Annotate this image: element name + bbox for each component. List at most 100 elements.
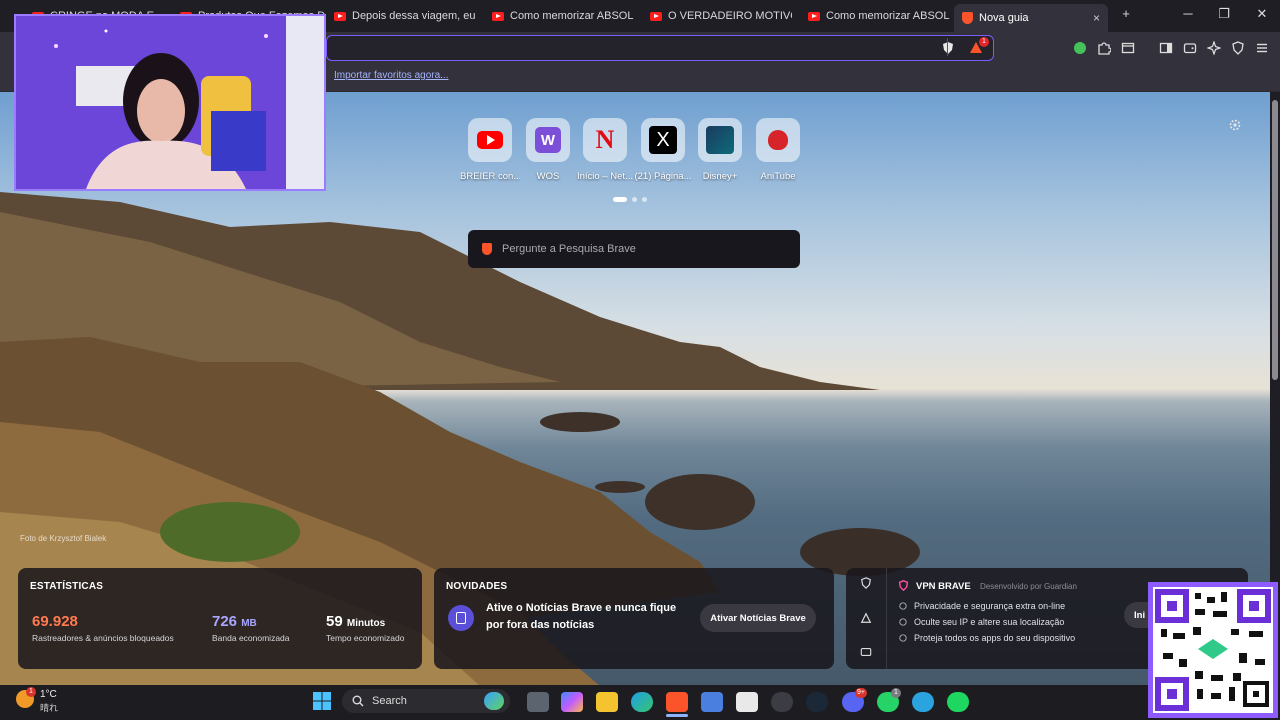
stats-widget: ESTATÍSTICAS 69.928 Rastreadores & anúnc… xyxy=(18,568,422,669)
check-icon xyxy=(899,634,907,642)
address-bar[interactable]: 1 xyxy=(326,35,994,61)
qr-code-image xyxy=(1155,589,1271,711)
disney-icon xyxy=(706,126,734,154)
minimize-button[interactable]: ─ xyxy=(1178,6,1198,21)
netflix-icon: N xyxy=(595,125,615,154)
brave-lion-icon xyxy=(482,243,492,255)
menu-icon[interactable] xyxy=(1255,41,1269,55)
import-bookmarks-link[interactable]: Importar favoritos agora... xyxy=(334,70,449,81)
news-widget: NOVIDADES Ative o Notícias Brave e nunca… xyxy=(434,568,834,669)
top-sites-pagination[interactable] xyxy=(613,197,647,202)
search-icon xyxy=(352,695,364,707)
brave-shields-icon[interactable] xyxy=(941,41,955,55)
steam-icon[interactable] xyxy=(806,692,828,712)
divider xyxy=(947,38,948,56)
vpn-title: VPN BRAVE xyxy=(916,581,971,592)
windows-start-icon[interactable] xyxy=(312,691,332,711)
telegram-icon[interactable] xyxy=(912,692,934,712)
divider xyxy=(886,568,887,669)
stats-title: ESTATÍSTICAS xyxy=(30,581,104,592)
vpn-feature-2: Oculte seu IP e altere sua localização xyxy=(914,617,1065,627)
discord-badge: 9+ xyxy=(855,688,867,698)
bandwidth-label: Banda economizada xyxy=(212,633,290,643)
shield-tab-icon[interactable] xyxy=(860,577,872,589)
streamer-webcam-image xyxy=(16,16,324,189)
youtube-icon xyxy=(650,11,662,21)
microsoft-store-icon[interactable] xyxy=(701,692,723,712)
capcut-icon[interactable] xyxy=(736,692,758,712)
new-tab-button[interactable]: + xyxy=(1116,6,1136,21)
weather-badge: 1 xyxy=(26,687,36,697)
time-value: 59 Minutos xyxy=(326,613,386,630)
brave-search-box[interactable]: Pergunte a Pesquisa Brave xyxy=(468,230,800,268)
brave-lion-icon xyxy=(962,12,973,24)
search-highlight-icon xyxy=(484,692,504,710)
vpn-feature-1: Privacidade e segurança extra on-line xyxy=(914,601,1066,611)
tab-active-new-tab[interactable]: Nova guia × xyxy=(954,4,1108,32)
whatsapp-badge: 1 xyxy=(891,688,901,698)
vpn-shield-icon[interactable] xyxy=(1231,41,1245,55)
anitube-icon xyxy=(768,130,788,150)
weather-temp[interactable]: 1°C xyxy=(40,689,57,700)
qr-code-overlay xyxy=(1148,582,1278,718)
trackers-value: 69.928 xyxy=(32,613,78,630)
check-icon xyxy=(899,618,907,626)
clock-app-icon[interactable] xyxy=(771,692,793,712)
wallet-tab-icon[interactable] xyxy=(860,646,872,658)
youtube-icon xyxy=(492,11,504,21)
news-title: NOVIDADES xyxy=(446,581,508,592)
file-explorer-icon[interactable] xyxy=(596,692,618,712)
weather-desc: 晴れ xyxy=(40,703,59,713)
scrollbar-thumb[interactable] xyxy=(1272,100,1278,380)
youtube-icon xyxy=(334,11,346,21)
top-site-x[interactable]: X (21) Página... xyxy=(633,118,693,182)
sidebar-icon[interactable] xyxy=(1159,41,1173,55)
vpn-logo-icon xyxy=(898,580,909,591)
top-site-anitube[interactable]: AniTube xyxy=(748,118,808,182)
wallet-icon[interactable] xyxy=(1183,41,1197,55)
youtube-icon xyxy=(477,131,503,149)
youtube-icon xyxy=(808,11,820,21)
news-icon xyxy=(448,605,474,631)
tab-5[interactable]: O VERDADEIRO MOTIVO DE... xyxy=(642,4,792,28)
extensions-puzzle-icon[interactable] xyxy=(1097,41,1111,55)
extension-status-icon[interactable] xyxy=(1074,42,1086,54)
taskbar-search[interactable]: Search xyxy=(342,689,510,713)
time-label: Tempo economizado xyxy=(326,633,405,643)
top-site-wos[interactable]: W WOS xyxy=(518,118,578,182)
webcam-overlay xyxy=(14,14,326,191)
trackers-label: Rastreadores & anúncios bloqueados xyxy=(32,633,174,643)
close-tab-icon[interactable]: × xyxy=(1093,11,1100,25)
settings-gear-icon[interactable] xyxy=(1228,118,1242,132)
check-icon xyxy=(899,602,907,610)
page-dot-active[interactable] xyxy=(613,197,627,202)
tab-search-icon[interactable] xyxy=(1121,41,1135,55)
enable-news-button[interactable]: Ativar Notícias Brave xyxy=(700,604,816,632)
page-dot[interactable] xyxy=(642,197,647,202)
top-site-netflix[interactable]: N Início – Net... xyxy=(575,118,635,182)
tab-3[interactable]: Depois dessa viagem, eu pre... xyxy=(326,4,478,28)
photo-credit[interactable]: Foto de Krzysztof Bialek xyxy=(20,534,106,543)
tab-4[interactable]: Como memorizar ABSOLUTA... xyxy=(484,4,634,28)
rewards-tab-icon[interactable] xyxy=(860,612,872,624)
brave-taskbar-icon[interactable] xyxy=(666,692,688,712)
maximize-button[interactable]: ❐ xyxy=(1214,6,1234,22)
top-site-disney[interactable]: Disney+ xyxy=(690,118,750,182)
x-icon: X xyxy=(649,126,677,154)
window-close-button[interactable]: ✕ xyxy=(1252,6,1272,22)
page-dot[interactable] xyxy=(632,197,637,202)
bandwidth-value: 726 MB xyxy=(212,613,257,630)
leo-ai-icon[interactable] xyxy=(1207,41,1221,55)
news-promo-text: Ative o Notícias Brave e nunca fique por… xyxy=(486,602,677,631)
vpn-feature-3: Proteja todos os apps do seu dispositivo xyxy=(914,633,1076,643)
edge-icon[interactable] xyxy=(631,692,653,712)
spotify-icon[interactable] xyxy=(947,692,969,712)
task-view-icon[interactable] xyxy=(527,692,549,712)
tab-6[interactable]: Como memorizar ABSOLUTA... xyxy=(800,4,950,28)
wos-icon: W xyxy=(535,127,561,153)
copilot-icon[interactable] xyxy=(561,692,583,712)
vpn-developed-by: Desenvolvido por Guardian xyxy=(980,582,1077,591)
top-site-breier[interactable]: BREIER con... xyxy=(460,118,520,182)
rewards-badge: 1 xyxy=(979,37,989,47)
active-app-indicator xyxy=(666,714,688,717)
